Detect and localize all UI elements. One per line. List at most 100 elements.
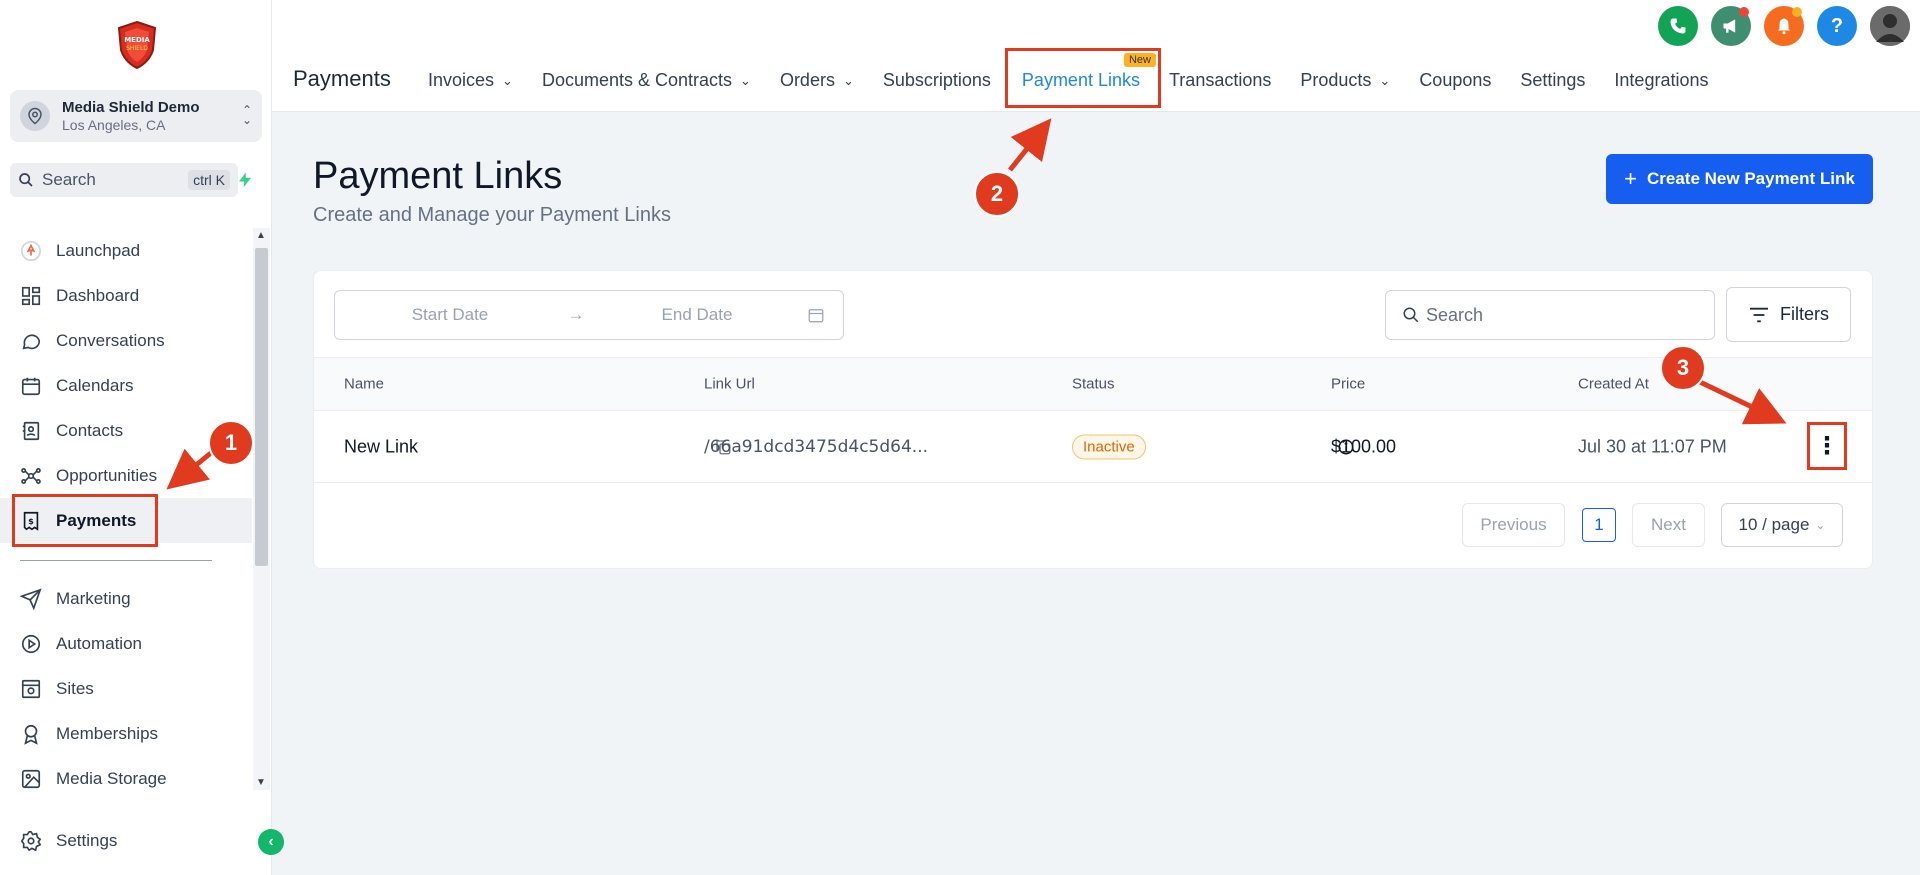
sidebar-item-calendars[interactable]: Calendars <box>0 363 252 408</box>
scroll-up-icon[interactable]: ▲ <box>256 230 266 241</box>
sidebar-item-label: Marketing <box>56 588 131 608</box>
scroll-thumb[interactable] <box>255 248 268 566</box>
sidebar-item-memberships[interactable]: Memberships <box>0 711 252 756</box>
calendar-icon <box>21 377 41 395</box>
tab-products[interactable]: Products ⌄ <box>1300 70 1390 91</box>
company-logo: MEDIA SHIELD <box>115 20 159 70</box>
search-icon <box>19 173 33 187</box>
link-url-text: /66a91dcd3475d4c5d64... <box>704 436 929 457</box>
sidebar-item-label: Launchpad <box>56 240 141 260</box>
column-link-url[interactable]: Link Url <box>704 376 755 393</box>
payment-links-card: Start Date → End Date Search Filters Nam… <box>313 270 1873 569</box>
table-search-input[interactable]: Search <box>1385 290 1715 340</box>
table-row[interactable]: New Link /66a91dcd3475d4c5d64... Inactiv… <box>314 411 1872 483</box>
tab-label: Subscriptions <box>882 70 991 90</box>
svg-text:MEDIA: MEDIA <box>124 36 150 44</box>
contacts-icon <box>22 421 40 440</box>
sidebar-item-media-storage[interactable]: Media Storage <box>0 756 252 801</box>
sidebar-item-label: Dashboard <box>56 285 140 305</box>
tab-invoices[interactable]: Invoices ⌄ <box>428 70 513 91</box>
location-icon <box>20 101 50 131</box>
tab-label: Products <box>1300 70 1372 90</box>
created-at: Jul 30 at 11:07 PM <box>1578 436 1727 456</box>
tab-label: Documents & Contracts <box>541 70 733 90</box>
column-created-at[interactable]: Created At <box>1578 376 1649 393</box>
sidebar-item-conversations[interactable]: Conversations <box>0 318 252 363</box>
tab-coupons[interactable]: Coupons <box>1419 70 1491 91</box>
calendar-icon <box>808 309 824 323</box>
filters-label: Filters <box>1780 304 1829 324</box>
page-1-button[interactable]: 1 <box>1582 508 1616 542</box>
sidebar-item-opportunities[interactable]: Opportunities <box>0 453 252 498</box>
next-button[interactable]: Next <box>1632 503 1705 547</box>
phone-icon[interactable] <box>1658 6 1698 46</box>
account-switcher[interactable]: Media Shield Demo Los Angeles, CA ⌃ ⌄ <box>10 90 262 142</box>
price-cell: $100.00 <box>1331 436 1396 456</box>
end-date-input[interactable]: End Date <box>587 305 807 325</box>
column-price[interactable]: Price <box>1331 376 1365 393</box>
help-icon[interactable]: ? <box>1817 6 1857 46</box>
chevron-down-icon: ⌄ <box>740 72 751 88</box>
step-2-marker: 2 <box>974 171 1020 217</box>
sidebar-item-settings[interactable]: Settings <box>0 818 252 863</box>
page-title: Payment Links <box>313 155 563 197</box>
svg-text:SHIELD: SHIELD <box>126 45 148 52</box>
link-name[interactable]: New Link <box>344 436 418 457</box>
previous-button[interactable]: Previous <box>1462 503 1565 547</box>
chevron-down-icon: ⌄ <box>842 72 854 88</box>
filters-button[interactable]: Filters <box>1726 287 1851 342</box>
account-name: Media Shield Demo <box>62 98 200 116</box>
header-actions: ? <box>1645 6 1910 46</box>
chevron-down-icon: ⌄ <box>1815 518 1826 532</box>
sidebar-item-dashboard[interactable]: Dashboard <box>0 273 252 318</box>
step-1-marker: 1 <box>208 420 254 466</box>
user-avatar[interactable] <box>1870 6 1910 46</box>
sidebar-item-sites[interactable]: Sites <box>0 666 252 711</box>
column-status[interactable]: Status <box>1072 376 1115 393</box>
search-label: Search <box>42 170 96 189</box>
page-size-value: 10 / page <box>1738 515 1810 534</box>
more-vertical-icon: ⋮ <box>1815 432 1839 460</box>
scroll-down-icon[interactable]: ▼ <box>256 777 266 788</box>
step-3-marker: 3 <box>1660 345 1706 391</box>
tab-orders[interactable]: Orders ⌄ <box>780 70 854 91</box>
filter-icon <box>1750 307 1768 322</box>
sidebar-item-launchpad[interactable]: Launchpad <box>0 228 252 273</box>
chevron-left-icon: ‹ <box>268 833 274 850</box>
chevron-down-icon: ⌄ <box>1379 72 1391 88</box>
help-glyph: ? <box>1830 14 1844 37</box>
tab-label: Integrations <box>1614 70 1709 90</box>
arrow-right-icon: → <box>567 305 585 324</box>
column-name[interactable]: Name <box>344 376 384 393</box>
start-date-input[interactable]: Start Date <box>335 305 565 325</box>
bell-icon[interactable] <box>1764 6 1804 46</box>
tab-transactions[interactable]: Transactions <box>1169 70 1271 91</box>
image-icon <box>21 769 41 788</box>
create-payment-link-button[interactable]: + Create New Payment Link <box>1606 154 1873 204</box>
row-actions-button[interactable]: ⋮ <box>1807 422 1847 470</box>
create-button-label: Create New Payment Link <box>1647 169 1855 188</box>
sidebar-search[interactable]: Search ctrl K <box>10 163 238 197</box>
sidebar-item-label: Media Storage <box>56 768 167 788</box>
sidebar-item-label: Calendars <box>56 375 134 395</box>
chevron-updown-icon: ⌃ ⌄ <box>241 103 252 127</box>
opportunities-icon <box>21 467 41 484</box>
page-size-select[interactable]: 10 / page ⌄ <box>1721 503 1843 547</box>
sidebar-item-marketing[interactable]: Marketing <box>0 576 252 621</box>
megaphone-icon[interactable] <box>1711 6 1751 46</box>
table-header: Name Link Url Status Price Created At <box>314 357 1872 411</box>
sidebar-scrollbar[interactable]: ▲ ▼ <box>253 228 270 790</box>
bolt-icon[interactable] <box>236 170 254 190</box>
collapse-sidebar-button[interactable]: ‹ <box>258 829 284 855</box>
tab-integrations[interactable]: Integrations <box>1614 70 1708 91</box>
tab-documents-contracts[interactable]: Documents & Contracts ⌄ <box>542 70 751 91</box>
tab-settings[interactable]: Settings <box>1520 70 1585 91</box>
tab-subscriptions[interactable]: Subscriptions <box>883 70 991 91</box>
tab-label: Invoices <box>428 70 495 90</box>
chat-icon <box>22 333 41 349</box>
sidebar-divider <box>20 560 212 561</box>
sidebar-item-automation[interactable]: Automation <box>0 621 252 666</box>
status-badge: Inactive <box>1072 434 1146 459</box>
search-placeholder: Search <box>1426 304 1484 325</box>
date-range-picker[interactable]: Start Date → End Date <box>334 290 844 340</box>
